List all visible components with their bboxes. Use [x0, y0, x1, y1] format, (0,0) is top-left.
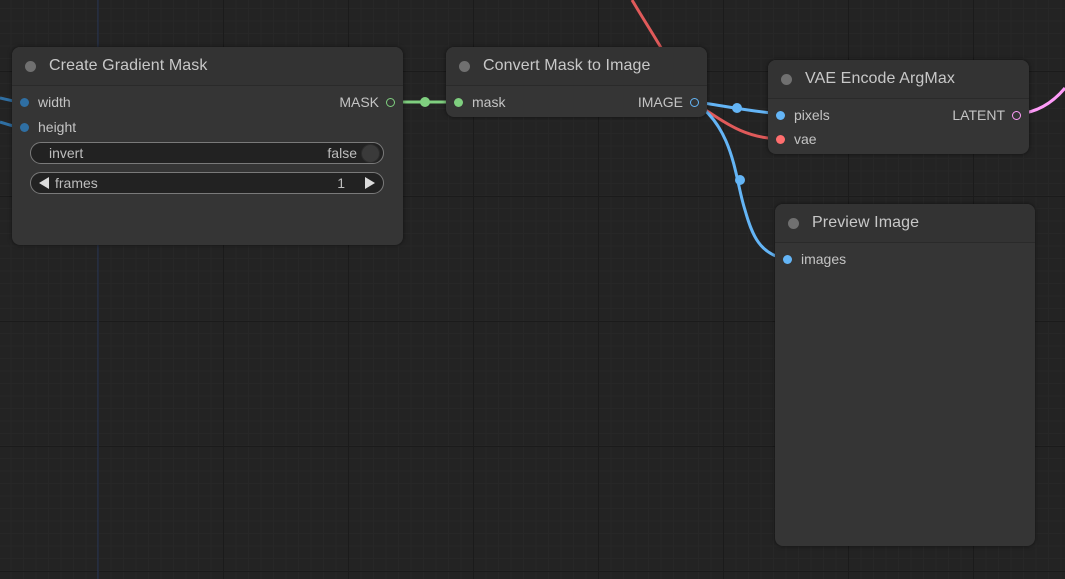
input-label-height: height [38, 119, 77, 135]
output-label-mask: MASK [339, 94, 379, 110]
collapse-dot-icon[interactable] [25, 60, 36, 72]
input-slot-mask[interactable]: mask [454, 92, 505, 112]
input-label-images: images [801, 251, 847, 267]
node-title-bar[interactable]: Convert Mask to Image [446, 47, 707, 86]
graph-canvas[interactable]: Create Gradient Mask width height MASK i… [0, 0, 1065, 579]
node-title-bar[interactable]: VAE Encode ArgMax [768, 60, 1029, 99]
input-dot-width-icon[interactable] [20, 97, 29, 107]
node-title: Create Gradient Mask [49, 57, 208, 74]
input-dot-mask-icon[interactable] [454, 97, 463, 107]
node-create-gradient-mask[interactable]: Create Gradient Mask width height MASK i… [12, 47, 403, 245]
node-convert-mask-to-image[interactable]: Convert Mask to Image mask IMAGE [446, 47, 707, 117]
node-vae-encode-argmax[interactable]: VAE Encode ArgMax pixels vae LATENT [768, 60, 1029, 154]
node-title-bar[interactable]: Preview Image [775, 204, 1035, 243]
input-label-width: width [38, 94, 71, 110]
frames-number-widget[interactable]: frames 1 [30, 172, 384, 194]
link-image-preview-midpoint[interactable] [735, 175, 745, 185]
output-dot-latent-icon[interactable] [1012, 110, 1021, 120]
input-label-vae: vae [794, 131, 817, 147]
input-slot-images[interactable]: images [783, 249, 846, 269]
collapse-dot-icon[interactable] [788, 217, 799, 229]
node-title: Preview Image [812, 214, 920, 231]
invert-toggle[interactable]: invert false [30, 142, 384, 164]
output-label-image: IMAGE [637, 94, 683, 110]
input-dot-vae-icon[interactable] [776, 134, 785, 144]
node-title-bar[interactable]: Create Gradient Mask [12, 47, 403, 86]
output-label-latent: LATENT [952, 107, 1005, 123]
output-slot-latent[interactable]: LATENT [952, 105, 1021, 125]
output-dot-image-icon[interactable] [690, 97, 699, 107]
output-dot-mask-icon[interactable] [386, 97, 395, 107]
input-label-mask: mask [472, 94, 506, 110]
collapse-dot-icon[interactable] [459, 60, 470, 72]
input-dot-pixels-icon[interactable] [776, 110, 785, 120]
input-slot-pixels[interactable]: pixels [776, 105, 830, 125]
node-preview-image[interactable]: Preview Image images [775, 204, 1035, 546]
invert-label: invert [49, 145, 84, 161]
frames-value: 1 [337, 175, 345, 191]
input-slot-vae[interactable]: vae [776, 129, 817, 149]
node-title: Convert Mask to Image [483, 57, 651, 74]
frames-label: frames [55, 175, 98, 191]
collapse-dot-icon[interactable] [781, 73, 792, 85]
input-slot-height[interactable]: height [20, 117, 76, 137]
increment-arrow-icon[interactable] [365, 177, 375, 189]
link-image-pixels-midpoint[interactable] [732, 103, 742, 113]
output-slot-mask[interactable]: MASK [339, 92, 395, 112]
toggle-knob-icon[interactable] [361, 143, 380, 163]
input-slot-width[interactable]: width [20, 92, 71, 112]
link-mask-midpoint[interactable] [420, 97, 430, 107]
input-dot-images-icon[interactable] [783, 254, 792, 264]
decrement-arrow-icon[interactable] [39, 177, 49, 189]
invert-value: false [327, 145, 357, 161]
output-slot-image[interactable]: IMAGE [638, 92, 699, 112]
input-dot-height-icon[interactable] [20, 122, 29, 132]
node-title: VAE Encode ArgMax [805, 70, 955, 87]
input-label-pixels: pixels [794, 107, 830, 123]
